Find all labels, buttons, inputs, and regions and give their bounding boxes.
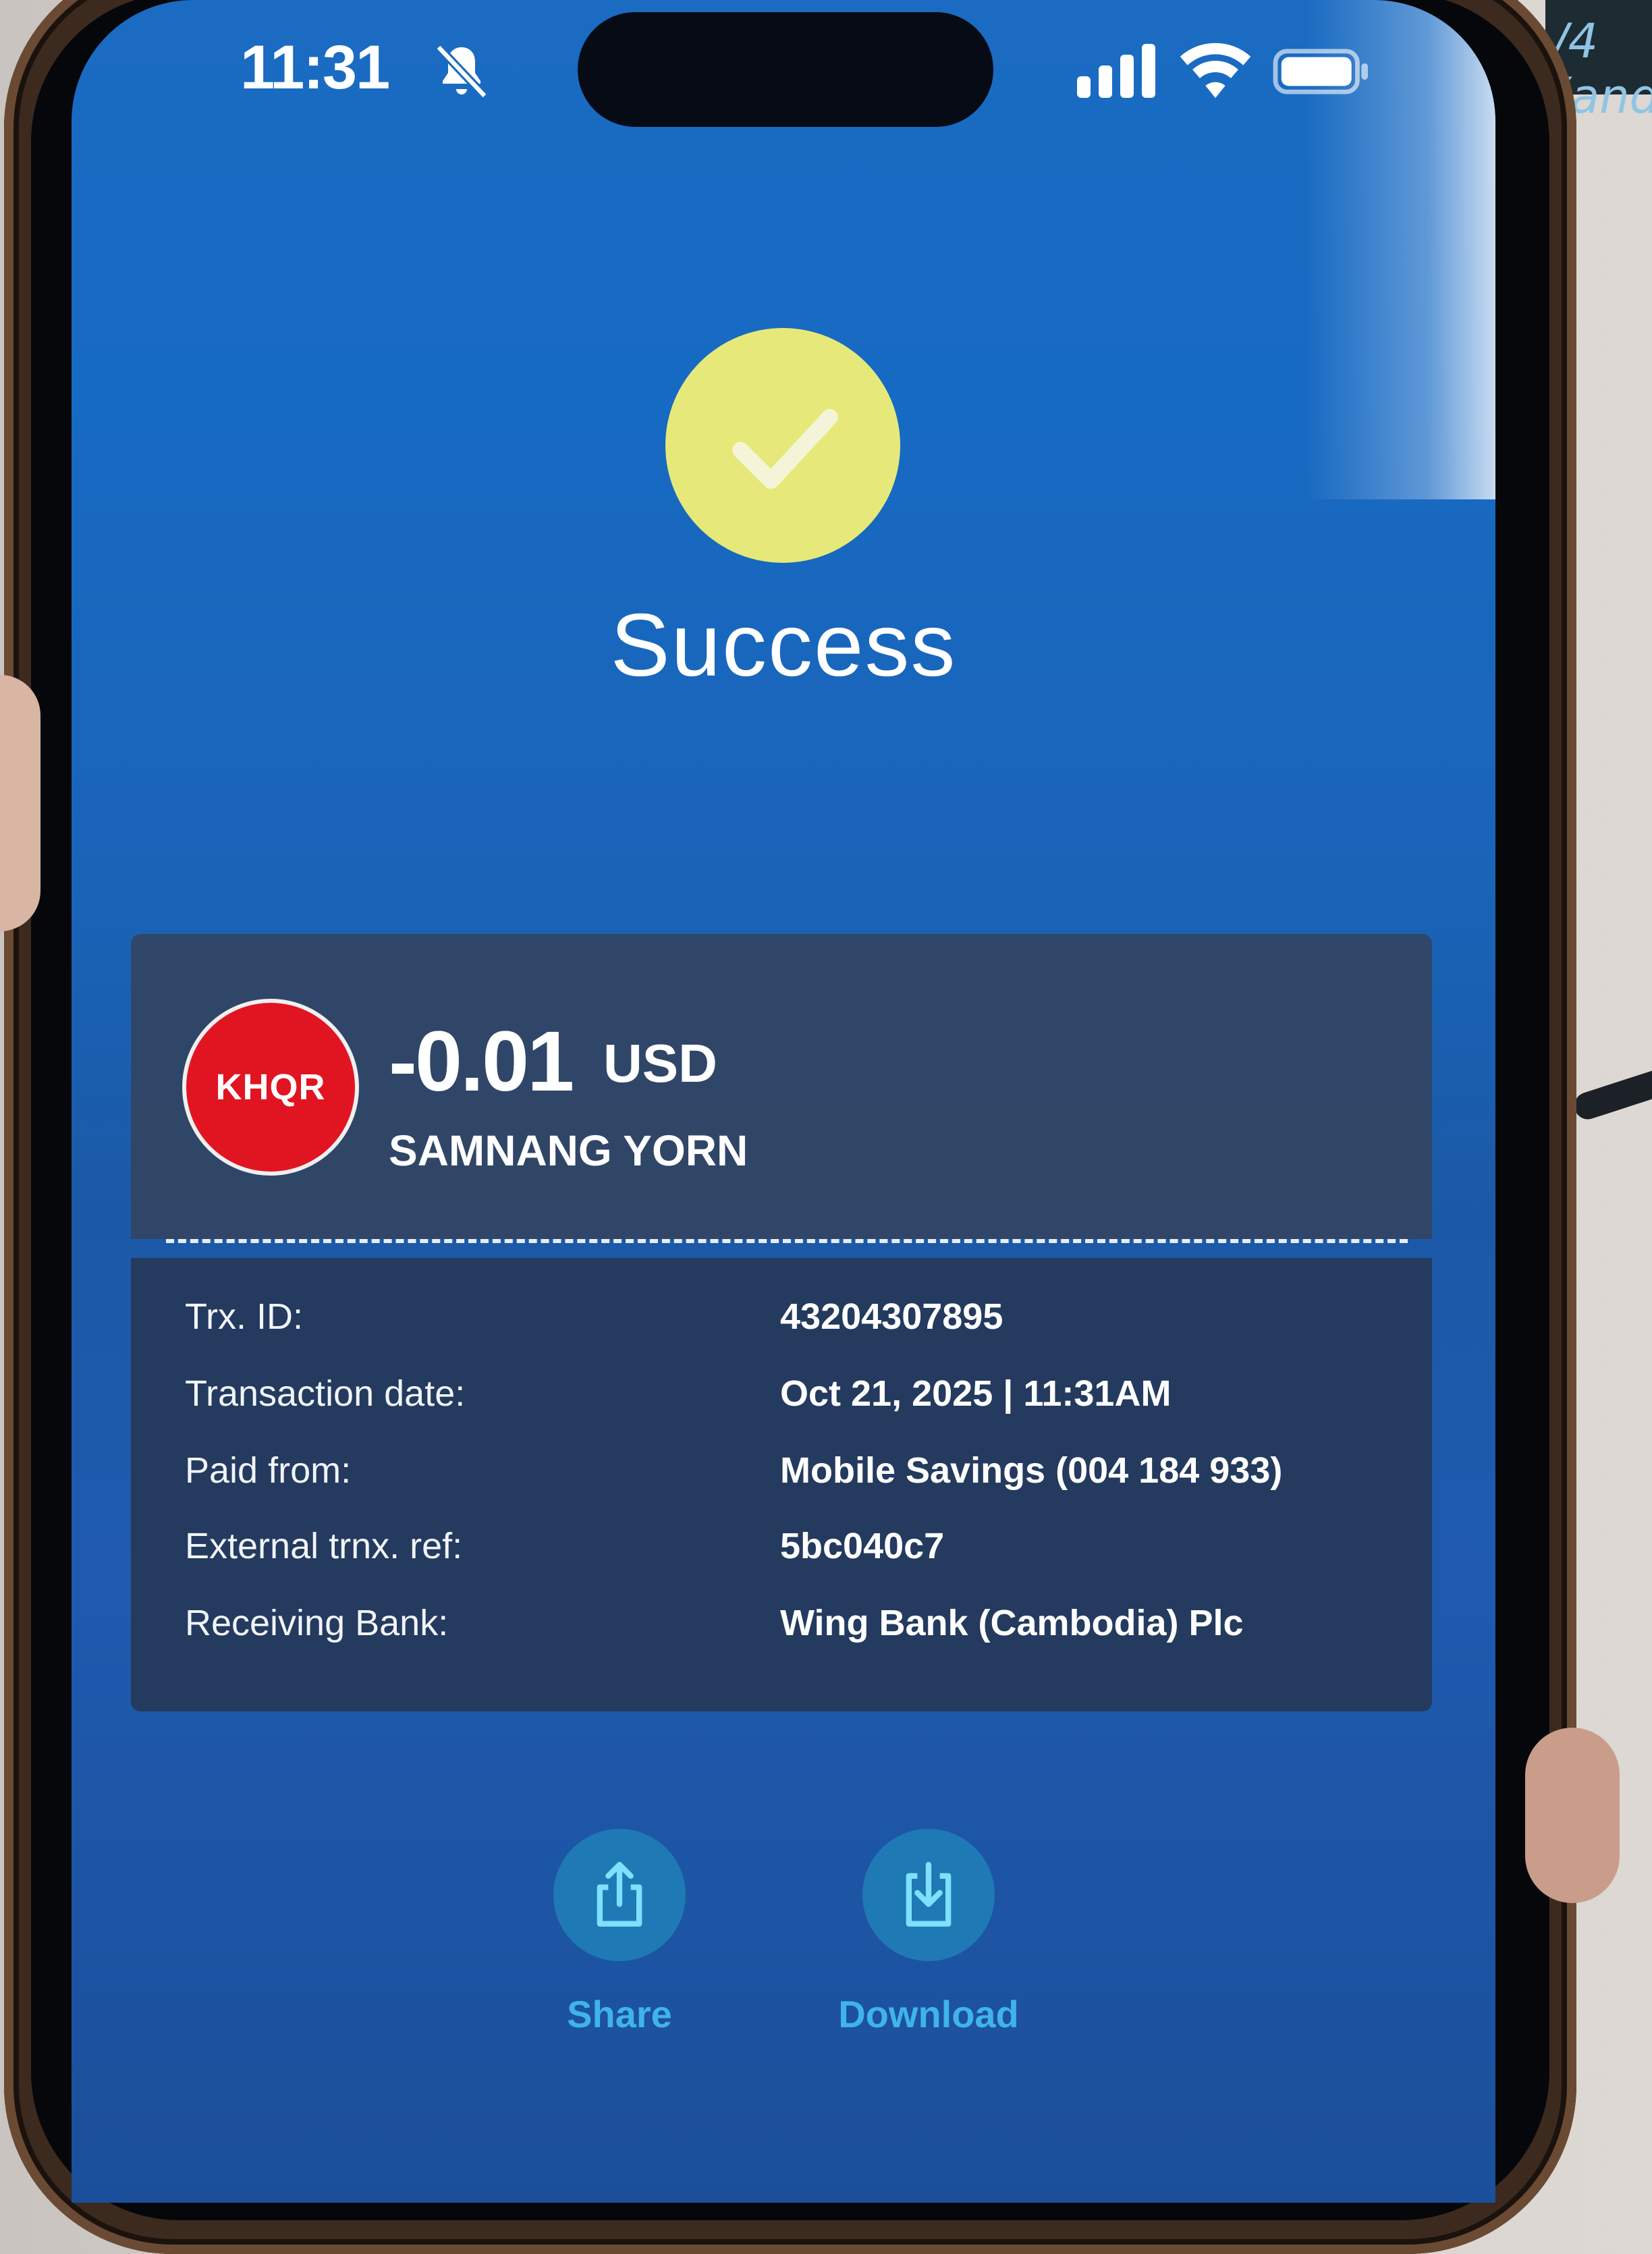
transaction-amount: -0.01 xyxy=(389,1014,574,1109)
mute-bell-icon xyxy=(435,44,488,99)
khqr-logo-text: KHQR xyxy=(215,1067,326,1107)
wifi-icon xyxy=(1180,43,1251,99)
right-finger xyxy=(1525,1728,1620,1903)
left-finger xyxy=(0,675,40,931)
payee-name: SAMNANG YORN xyxy=(389,1126,748,1175)
download-icon xyxy=(906,1862,952,1927)
detail-label-transaction-date: Transaction date: xyxy=(185,1373,466,1414)
share-button[interactable] xyxy=(553,1829,686,1961)
detail-label-paid-from: Paid from: xyxy=(185,1450,352,1491)
detail-value-receiving-bank: Wing Bank (Cambodia) Plc xyxy=(780,1603,1244,1643)
transaction-currency: USD xyxy=(603,1033,717,1093)
download-label[interactable]: Download xyxy=(794,1992,1064,2036)
share-icon xyxy=(597,1862,642,1927)
success-check-badge xyxy=(665,328,900,563)
success-title: Success xyxy=(610,595,957,694)
khqr-logo: KHQR xyxy=(186,1003,355,1172)
battery-icon xyxy=(1273,49,1368,94)
download-button[interactable] xyxy=(862,1829,995,1961)
app-screen: 11:31 Success KHQR -0.01 USD SAMNANG YOR… xyxy=(72,0,1495,2203)
detail-label-external-ref: External trnx. ref: xyxy=(185,1526,463,1566)
detail-label-receiving-bank: Receiving Bank: xyxy=(185,1603,449,1643)
receipt-divider xyxy=(166,1239,1408,1243)
detail-value-external-ref: 5bc040c7 xyxy=(780,1526,945,1566)
detail-value-trx-id: 43204307895 xyxy=(780,1296,1003,1337)
detail-value-transaction-date: Oct 21, 2025 | 11:31AM xyxy=(780,1373,1172,1414)
check-icon xyxy=(732,409,838,489)
share-label[interactable]: Share xyxy=(518,1992,721,2036)
signal-icon xyxy=(1077,44,1155,98)
background-cable xyxy=(1570,1064,1652,1123)
detail-value-paid-from: Mobile Savings (004 184 933) xyxy=(780,1450,1283,1491)
status-time: 11:31 xyxy=(240,33,390,102)
dynamic-island xyxy=(578,12,993,127)
detail-label-trx-id: Trx. ID: xyxy=(185,1296,303,1337)
